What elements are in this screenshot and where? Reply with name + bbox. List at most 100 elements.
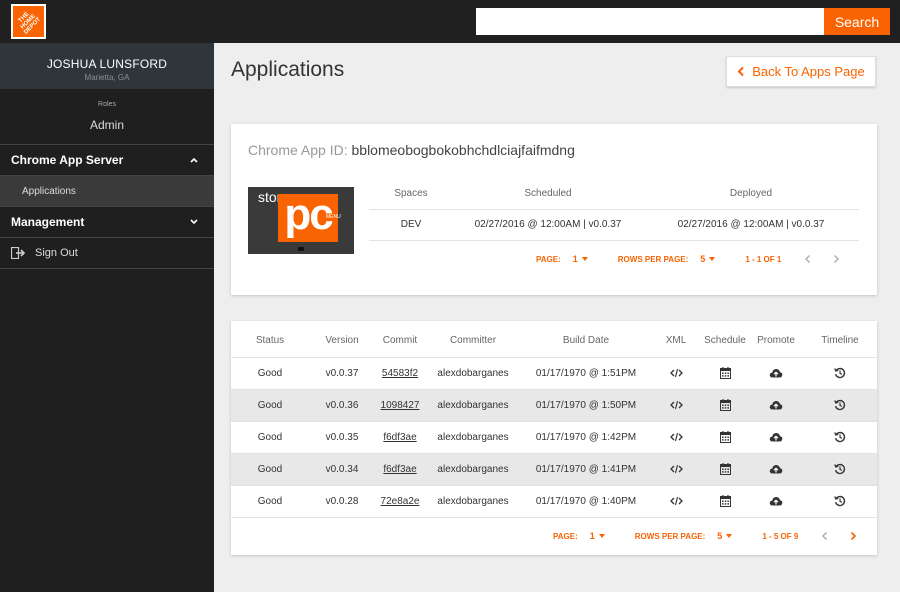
build-date-cell: 01/17/1970 @ 1:41PM xyxy=(521,453,651,486)
column-header-promote[interactable]: Promote xyxy=(749,324,803,358)
app-icon-stand xyxy=(298,247,304,251)
xml-button[interactable] xyxy=(651,453,701,486)
build-date-cell: 01/17/1970 @ 1:50PM xyxy=(521,389,651,422)
timeline-button[interactable] xyxy=(803,453,877,486)
schedule-button[interactable] xyxy=(701,421,749,454)
history-icon xyxy=(834,495,846,507)
caret-down-icon[interactable] xyxy=(726,534,733,538)
schedule-button[interactable] xyxy=(701,485,749,518)
promote-button[interactable] xyxy=(749,389,803,422)
sign-out-label: Sign Out xyxy=(35,247,78,259)
caret-down-icon[interactable] xyxy=(598,534,605,538)
code-icon xyxy=(669,400,683,409)
sign-out-button[interactable]: Sign Out xyxy=(0,238,214,269)
spaces-table: Spaces Scheduled Deployed DEV 02/27/2016… xyxy=(369,179,859,241)
search-button[interactable]: Search xyxy=(824,8,890,35)
spaces-header-row: Spaces Scheduled Deployed xyxy=(369,179,859,210)
timeline-button[interactable] xyxy=(803,357,877,390)
column-header-xml[interactable]: XML xyxy=(651,324,701,358)
column-header-build-date[interactable]: Build Date xyxy=(521,324,651,358)
chevron-left-icon[interactable] xyxy=(803,254,813,264)
committer-cell: alexdobarganes xyxy=(425,421,521,454)
build-date-cell: 01/17/1970 @ 1:42PM xyxy=(521,421,651,454)
version-cell: v0.0.34 xyxy=(309,453,375,486)
column-header-status[interactable]: Status xyxy=(231,324,309,358)
promote-button[interactable] xyxy=(749,421,803,454)
status-cell: Good xyxy=(231,357,309,390)
table-row[interactable]: Good v0.0.35 f6df3ae alexdobarganes 01/17/19… xyxy=(231,421,877,454)
scheduled-cell: 02/27/2016 @ 12:00AM | v0.0.37 xyxy=(453,209,643,241)
schedule-button[interactable] xyxy=(701,453,749,486)
column-header-commit[interactable]: Commit xyxy=(375,324,425,358)
builds-table: Status Version Commit Committer Build Da… xyxy=(231,324,877,518)
table-row[interactable]: Good v0.0.34 f6df3ae alexdobarganes 01/17/19… xyxy=(231,453,877,486)
version-cell: v0.0.37 xyxy=(309,357,375,390)
commit-link[interactable]: f6df3ae xyxy=(383,432,416,443)
space-cell: DEV xyxy=(369,209,453,241)
rows-per-page-select[interactable]: 5 xyxy=(700,254,705,264)
timeline-button[interactable] xyxy=(803,485,877,518)
column-header-version[interactable]: Version xyxy=(309,324,375,358)
nav-section-chrome-app-server[interactable]: Chrome App Server xyxy=(0,144,214,176)
timeline-button[interactable] xyxy=(803,421,877,454)
builds-header-row: Status Version Commit Committer Build Da… xyxy=(231,324,877,358)
promote-button[interactable] xyxy=(749,357,803,390)
committer-cell: alexdobarganes xyxy=(425,453,521,486)
commit-cell: f6df3ae xyxy=(375,421,425,454)
status-cell: Good xyxy=(231,389,309,422)
history-icon xyxy=(834,367,846,379)
column-header-deployed[interactable]: Deployed xyxy=(643,179,859,210)
column-header-committer[interactable]: Committer xyxy=(425,324,521,358)
schedule-button[interactable] xyxy=(701,389,749,422)
nav-section-management[interactable]: Management xyxy=(0,206,214,238)
nav-section-label: Chrome App Server xyxy=(11,153,124,167)
column-header-scheduled[interactable]: Scheduled xyxy=(453,179,643,210)
table-row[interactable]: DEV 02/27/2016 @ 12:00AM | v0.0.37 02/27… xyxy=(369,209,859,241)
search-input[interactable] xyxy=(476,8,824,35)
promote-button[interactable] xyxy=(749,485,803,518)
roles-label: Roles xyxy=(98,101,116,108)
caret-down-icon[interactable] xyxy=(709,257,716,261)
code-icon xyxy=(669,496,683,505)
column-header-timeline[interactable]: Timeline xyxy=(803,324,877,358)
version-cell: v0.0.36 xyxy=(309,389,375,422)
user-profile: JOSHUA LUNSFORD Marietta, GA xyxy=(0,43,214,89)
table-row[interactable]: Good v0.0.36 1098427 alexdobarganes 01/17/19… xyxy=(231,389,877,422)
commit-link[interactable]: 72e8a2e xyxy=(381,496,420,507)
page-select[interactable]: 1 xyxy=(573,254,578,264)
chevron-right-icon[interactable] xyxy=(848,531,858,541)
app-id-value: bblomeobogbokobhchdlciajfaifmdng xyxy=(351,142,575,158)
xml-button[interactable] xyxy=(651,389,701,422)
chevron-down-icon xyxy=(190,219,198,225)
rows-per-page-label: ROWS PER PAGE: xyxy=(634,531,706,541)
code-icon xyxy=(669,464,683,473)
column-header-spaces[interactable]: Spaces xyxy=(369,179,453,210)
calendar-icon xyxy=(719,431,731,443)
page-select[interactable]: 1 xyxy=(590,531,595,541)
pagination-range: 1 - 1 OF 1 xyxy=(745,254,782,264)
home-depot-logo[interactable]: THE HOME DEPOT xyxy=(11,4,46,39)
chevron-left-icon xyxy=(737,66,744,77)
table-row[interactable]: Good v0.0.37 54583f2 alexdobarganes 01/17/19… xyxy=(231,357,877,390)
chevron-right-icon[interactable] xyxy=(831,254,841,264)
xml-button[interactable] xyxy=(651,485,701,518)
schedule-button[interactable] xyxy=(701,357,749,390)
commit-link[interactable]: 54583f2 xyxy=(382,368,418,379)
build-date-cell: 01/17/1970 @ 1:40PM xyxy=(521,485,651,518)
caret-down-icon[interactable] xyxy=(581,257,588,261)
table-row[interactable]: Good v0.0.28 72e8a2e alexdobarganes 01/17/19… xyxy=(231,485,877,518)
column-header-schedule[interactable]: Schedule xyxy=(701,324,749,358)
back-to-apps-button[interactable]: Back To Apps Page xyxy=(726,56,876,87)
timeline-button[interactable] xyxy=(803,389,877,422)
commit-link[interactable]: 1098427 xyxy=(381,400,420,411)
xml-button[interactable] xyxy=(651,421,701,454)
xml-button[interactable] xyxy=(651,357,701,390)
history-icon xyxy=(834,431,846,443)
chevron-left-icon[interactable] xyxy=(820,531,830,541)
rows-per-page-select[interactable]: 5 xyxy=(717,531,722,541)
builds-pagination: PAGE: 1 ROWS PER PAGE: 5 1 - 5 OF 9 xyxy=(553,531,876,541)
promote-button[interactable] xyxy=(749,453,803,486)
commit-cell: f6df3ae xyxy=(375,453,425,486)
commit-link[interactable]: f6df3ae xyxy=(383,464,416,475)
sidebar-item-applications[interactable]: Applications xyxy=(0,176,214,206)
